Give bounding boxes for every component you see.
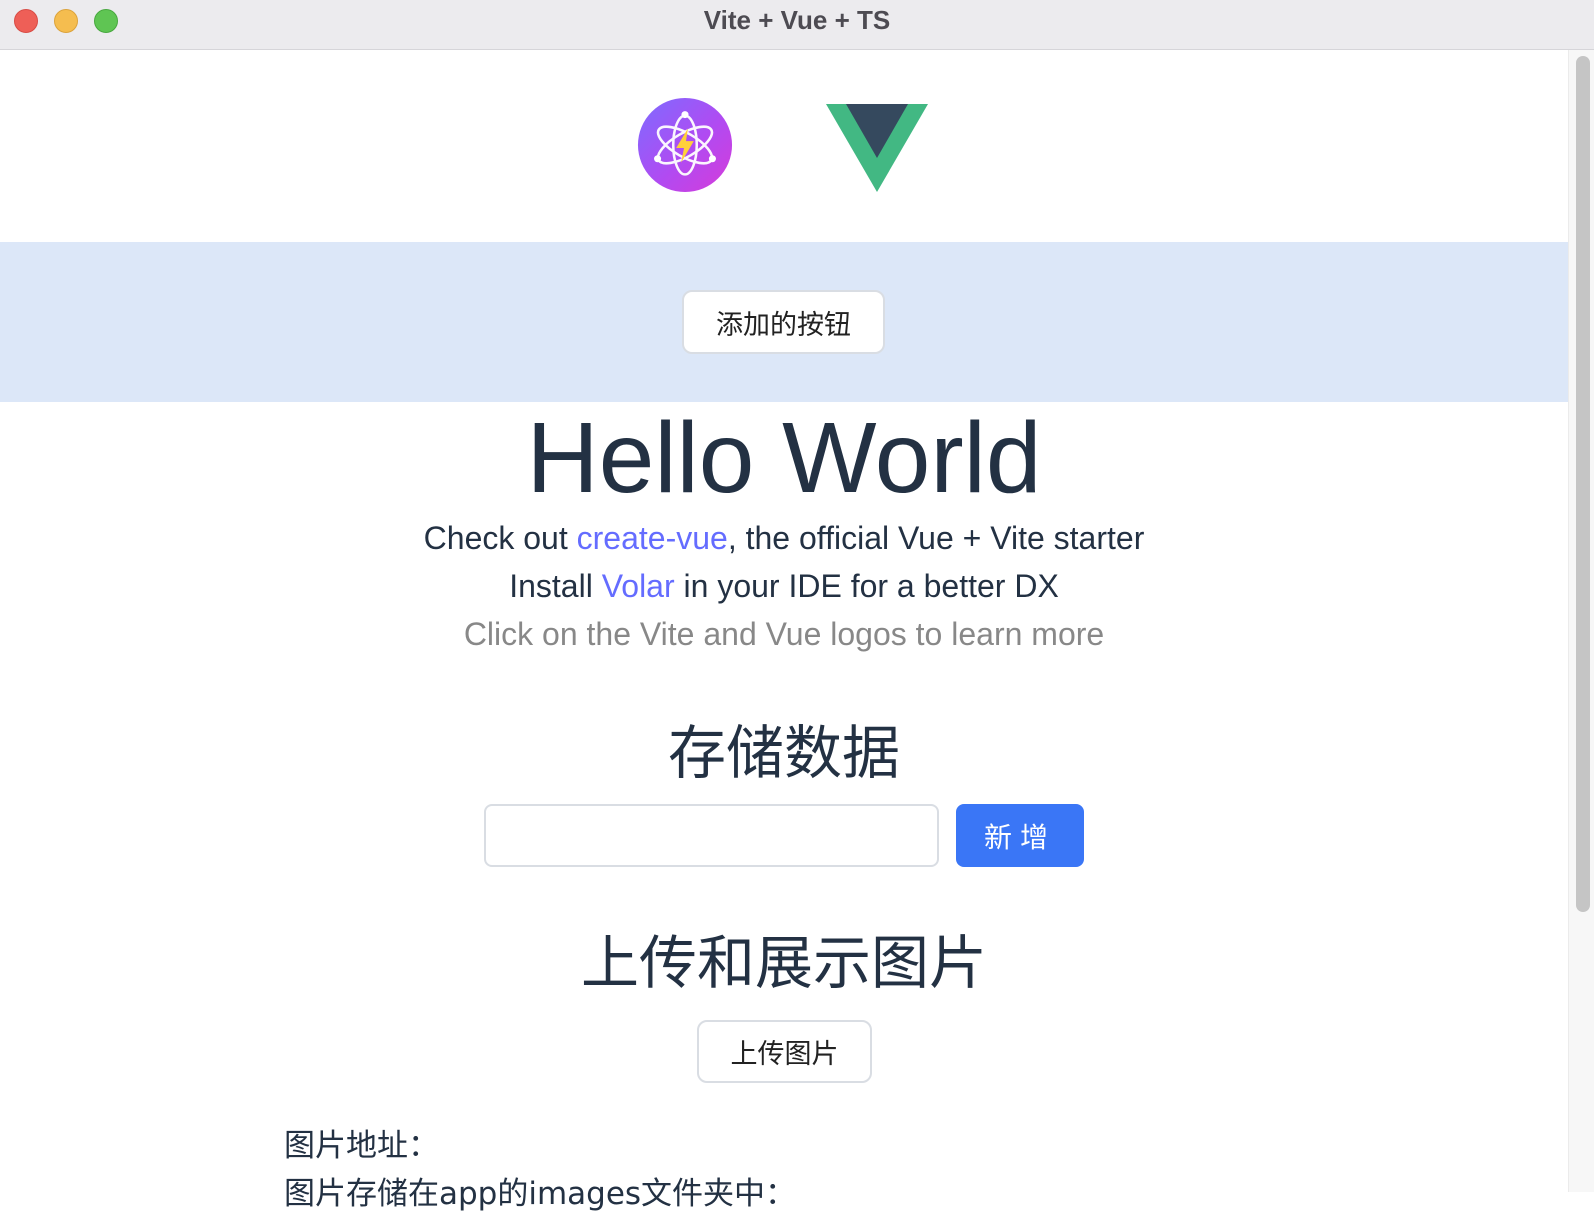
line2-suffix: in your IDE for a better DX bbox=[674, 568, 1059, 604]
scrollbar-thumb[interactable] bbox=[1576, 56, 1590, 912]
create-vue-line: Check out create-vue, the official Vue +… bbox=[0, 520, 1568, 557]
window-title: Vite + Vue + TS bbox=[703, 5, 891, 35]
images-section-title: 上传和展示图片 bbox=[580, 929, 987, 997]
line1-suffix: , the official Vue + Vite starter bbox=[727, 520, 1145, 556]
upload-image-button[interactable]: 上传图片 bbox=[697, 1020, 872, 1083]
vue-logo-icon[interactable] bbox=[826, 104, 928, 194]
create-vue-link[interactable]: create-vue bbox=[577, 520, 728, 556]
added-button[interactable]: 添加的按钮 bbox=[682, 290, 885, 354]
vertical-scrollbar[interactable] bbox=[1568, 50, 1594, 1192]
line1-prefix: Check out bbox=[423, 520, 577, 556]
page-title: Hello World bbox=[526, 402, 1042, 514]
storage-section-title: 存储数据 bbox=[667, 719, 900, 787]
line2-prefix: Install bbox=[509, 568, 602, 604]
image-folder-label: 图片存储在app的images文件夹中： bbox=[284, 1176, 797, 1212]
storage-input[interactable] bbox=[484, 804, 939, 867]
volar-link[interactable]: Volar bbox=[602, 568, 675, 604]
logos-hint: Click on the Vite and Vue logos to learn… bbox=[463, 616, 1105, 652]
volar-line: Install Volar in your IDE for a better D… bbox=[0, 568, 1568, 605]
image-address-label: 图片地址： bbox=[284, 1128, 439, 1164]
electron-vite-logo-icon[interactable] bbox=[636, 96, 734, 194]
window-titlebar: Vite + Vue + TS bbox=[0, 0, 1594, 50]
add-data-button[interactable]: 新增 bbox=[956, 804, 1084, 867]
